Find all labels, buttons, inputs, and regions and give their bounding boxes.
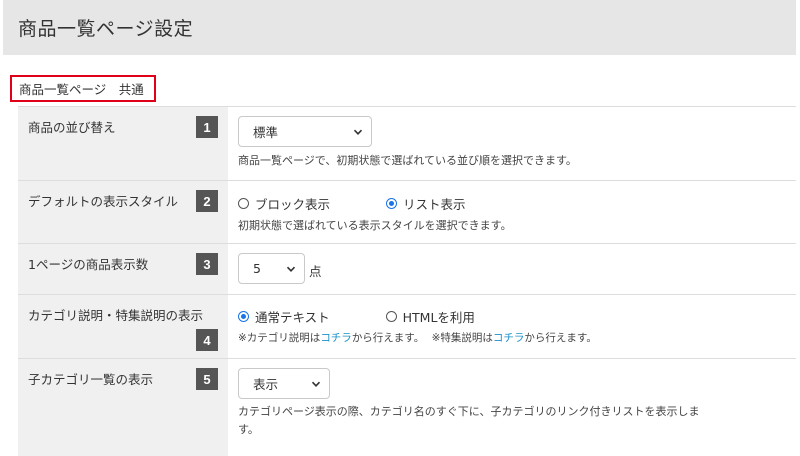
sort-order-select[interactable]: 標準: [238, 116, 372, 147]
radio-label-html: HTMLを利用: [402, 310, 475, 325]
row-value-cell: 標準 商品一覧ページで、初期状態で選ばれている並び順を選択できます。: [228, 107, 796, 180]
number-badge-1: 1: [196, 116, 218, 138]
subcategory-help-line2: す。: [238, 422, 259, 436]
category-help-prefix: ※カテゴリ説明は: [238, 332, 321, 344]
radio-label-plain-text: 通常テキスト: [255, 310, 330, 325]
subcategory-help-text: カテゴリページ表示の際、カテゴリ名のすぐ下に、子カテゴリのリンク付きリストを表示…: [238, 403, 796, 438]
subcategory-help-line1: カテゴリページ表示の際、カテゴリ名のすぐ下に、子カテゴリのリンク付きリストを表示…: [238, 405, 700, 418]
radio-option-block[interactable]: ブロック表示: [238, 194, 330, 213]
row-value-cell: ブロック表示 リスト表示 初期状態で選ばれている表示スタイルを選択できます。: [228, 181, 796, 243]
section-label-text: 商品一覧ページ 共通: [19, 82, 144, 97]
section-label: 商品一覧ページ 共通: [10, 75, 156, 102]
row-value-cell: 5 点: [228, 244, 796, 294]
subcategory-display-value: 表示: [253, 377, 279, 392]
description-label: カテゴリ説明・特集説明の表示: [28, 308, 204, 323]
chevron-down-icon: [311, 381, 321, 387]
row-label-cell: 1ページの商品表示数 3: [18, 244, 228, 294]
settings-table: 商品の並び替え 1 標準 商品一覧ページで、初期状態で選ばれている並び順を選択で…: [18, 106, 796, 456]
row-value-cell: 通常テキスト HTMLを利用 ※カテゴリ説明はコチラから行えます。 ※特集説明は…: [228, 295, 796, 358]
radio-option-list[interactable]: リスト表示: [386, 194, 466, 213]
number-badge-4: 4: [196, 329, 218, 351]
display-style-help-text: 初期状態で選ばれている表示スタイルを選択できます。: [238, 219, 512, 232]
sort-label: 商品の並び替え: [28, 120, 116, 135]
category-description-link[interactable]: コチラ: [320, 332, 352, 344]
category-help-suffix: から行えます。: [351, 332, 425, 344]
radio-option-html[interactable]: HTMLを利用: [385, 307, 475, 326]
settings-row-description: カテゴリ説明・特集説明の表示 4 通常テキスト HTMLを利用 ※カテゴリ説明は…: [18, 295, 796, 359]
radio-button-list[interactable]: [386, 198, 398, 209]
items-per-page-value: 5: [253, 261, 261, 276]
chevron-down-icon: [353, 129, 363, 135]
number-badge-2: 2: [196, 190, 218, 212]
subcategory-display-select[interactable]: 表示: [238, 368, 330, 399]
items-per-page-unit: 点: [309, 264, 322, 279]
sort-help-text: 商品一覧ページで、初期状態で選ばれている並び順を選択できます。: [238, 154, 577, 167]
settings-row-subcategory: 子カテゴリ一覧の表示 5 表示 カテゴリページ表示の際、カテゴリ名のすぐ下に、子…: [18, 359, 796, 456]
radio-option-plain-text[interactable]: 通常テキスト: [238, 307, 330, 326]
radio-button-plain-text[interactable]: [238, 311, 249, 322]
row-label-cell: 商品の並び替え 1: [18, 107, 228, 180]
feature-description-link[interactable]: コチラ: [493, 332, 525, 344]
number-badge-3: 3: [196, 253, 218, 275]
radio-label-list: リスト表示: [403, 197, 466, 212]
row-label-cell: 子カテゴリ一覧の表示 5: [18, 359, 228, 456]
items-per-page-select[interactable]: 5: [238, 253, 305, 284]
subcategory-label: 子カテゴリ一覧の表示: [28, 372, 154, 387]
settings-row-display-style: デフォルトの表示スタイル 2 ブロック表示 リスト表示 初期状態で選ばれている表…: [18, 181, 796, 244]
page-header: 商品一覧ページ設定: [3, 0, 796, 55]
display-style-radio-group: ブロック表示 リスト表示: [238, 194, 796, 213]
chevron-down-icon: [286, 266, 296, 272]
radio-button-block[interactable]: [238, 198, 249, 209]
settings-row-sort: 商品の並び替え 1 標準 商品一覧ページで、初期状態で選ばれている並び順を選択で…: [18, 107, 796, 181]
radio-button-html[interactable]: [385, 311, 397, 322]
page-title: 商品一覧ページ設定: [18, 18, 194, 40]
row-label-cell: カテゴリ説明・特集説明の表示 4: [18, 295, 228, 358]
feature-help-prefix: ※特集説明は: [431, 332, 493, 344]
description-help-text: ※カテゴリ説明はコチラから行えます。 ※特集説明はコチラから行えます。: [238, 330, 796, 347]
settings-row-items-per-page: 1ページの商品表示数 3 5 点: [18, 244, 796, 295]
sort-order-value: 標準: [253, 125, 279, 140]
display-style-label: デフォルトの表示スタイル: [28, 194, 179, 209]
row-value-cell: 表示 カテゴリページ表示の際、カテゴリ名のすぐ下に、子カテゴリのリンク付きリスト…: [228, 359, 796, 456]
feature-help-suffix: から行えます。: [524, 332, 597, 344]
items-per-page-label: 1ページの商品表示数: [28, 257, 149, 272]
row-label-cell: デフォルトの表示スタイル 2: [18, 181, 228, 243]
number-badge-5: 5: [196, 368, 218, 390]
radio-label-block: ブロック表示: [255, 197, 331, 212]
description-radio-group: 通常テキスト HTMLを利用: [238, 307, 796, 326]
